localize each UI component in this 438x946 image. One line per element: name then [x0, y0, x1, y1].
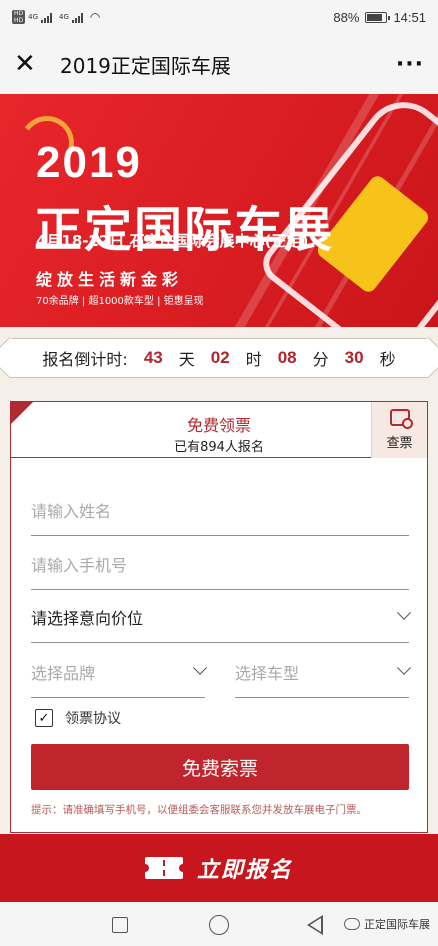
countdown-hours: 02: [210, 348, 230, 367]
agreement-checkbox[interactable]: ✓: [35, 709, 53, 727]
submit-button[interactable]: 免费索票: [31, 744, 409, 790]
signal-group: HD HD 4G 4G ◠: [12, 10, 100, 24]
countdown-label: 报名倒计时:: [42, 350, 128, 369]
wechat-logo-icon: [344, 918, 360, 930]
system-nav-bar: 正定国际车展: [0, 902, 438, 946]
brand-select[interactable]: 选择品牌: [31, 646, 208, 698]
phone-input[interactable]: 请输入手机号: [31, 538, 409, 590]
network-type-1: 4G: [28, 13, 39, 21]
ticket-icon: [140, 857, 187, 879]
agreement-label[interactable]: 领票协议: [65, 708, 121, 728]
countdown-seconds-unit: 秒: [379, 350, 396, 369]
status-bar: HD HD 4G 4G ◠ 88% 14:51: [0, 0, 438, 34]
countdown-section: 报名倒计时: 43 天 02 时 08 分 30 秒: [0, 327, 438, 389]
register-now-label: 立即报名: [196, 858, 293, 883]
form-hint: 提示：请准确填写手机号，以便组委会客服联系您并发放车展电子门票。: [31, 804, 367, 816]
chevron-down-icon: [396, 605, 412, 620]
model-select[interactable]: 选择车型: [235, 646, 412, 698]
name-placeholder: 请输入姓名: [31, 501, 112, 521]
register-now-button[interactable]: 立即报名: [0, 834, 438, 902]
watermark-text: 正定国际车展: [364, 918, 430, 931]
home-icon[interactable]: [209, 915, 229, 935]
price-select[interactable]: 请选择意向价位: [31, 591, 412, 643]
banner-year: 2019: [36, 138, 142, 187]
banner-slogan: 绽放生活新金彩: [36, 270, 184, 289]
sim-badge: HD HD: [12, 10, 26, 24]
countdown-hours-unit: 时: [245, 350, 262, 369]
network-type-2: 4G: [59, 13, 69, 21]
chevron-down-icon: [192, 660, 208, 675]
countdown-minutes-unit: 分: [312, 350, 329, 369]
price-select-label: 请选择意向价位: [31, 608, 144, 628]
brand-select-label: 选择品牌: [31, 663, 96, 683]
banner-tagline: 70余品牌 | 超1000款车型 | 钜惠呈现: [36, 296, 204, 307]
page-title: 2019正定国际车展: [60, 53, 231, 78]
agreement-row[interactable]: ✓ 领票协议: [35, 708, 121, 728]
event-banner: 2019 正定国际车展 4月18-22日 石家庄国际会展中心(正定) 绽放生活新…: [0, 94, 438, 327]
banner-subtitle: 4月18-22日 石家庄国际会展中心(正定): [36, 232, 309, 250]
form-header: 免费领票 已有894人报名 查票: [11, 402, 427, 458]
watermark: 正定国际车展: [344, 916, 430, 932]
ticket-search-icon: [389, 409, 413, 429]
battery-icon: [365, 11, 391, 23]
form-title: 免费领票: [186, 416, 251, 435]
clock: 14:51: [393, 9, 426, 25]
countdown-seconds: 30: [344, 348, 364, 367]
ticket-form-card: 免费领票 已有894人报名 查票 请输入姓名 请输入手机号 请选择意向价位 选择…: [10, 401, 428, 833]
recents-icon[interactable]: [112, 917, 128, 933]
countdown-days-unit: 天: [178, 350, 195, 369]
chevron-down-icon: [396, 660, 412, 675]
battery-percent: 88%: [333, 9, 360, 25]
countdown-ribbon: 报名倒计时: 43 天 02 时 08 分 30 秒: [9, 338, 429, 378]
name-input[interactable]: 请输入姓名: [31, 484, 409, 536]
check-ticket-button[interactable]: 查票: [371, 402, 427, 458]
countdown-days: 43: [143, 348, 163, 367]
status-right: 88% 14:51: [333, 10, 426, 25]
signal-bars-icon-2: [71, 12, 83, 23]
wifi-icon: ◠: [89, 10, 101, 24]
countdown-minutes: 08: [277, 348, 297, 367]
registered-count: 已有894人报名: [174, 440, 264, 455]
close-icon[interactable]: ✕: [14, 51, 40, 77]
title-bar: ✕ 2019正定国际车展 ···: [0, 34, 438, 94]
check-ticket-label: 查票: [386, 436, 413, 451]
model-select-label: 选择车型: [235, 663, 300, 683]
back-icon[interactable]: [307, 915, 323, 935]
more-icon[interactable]: ···: [396, 52, 424, 77]
phone-placeholder: 请输入手机号: [31, 555, 128, 575]
signal-bars-icon: [41, 12, 53, 23]
